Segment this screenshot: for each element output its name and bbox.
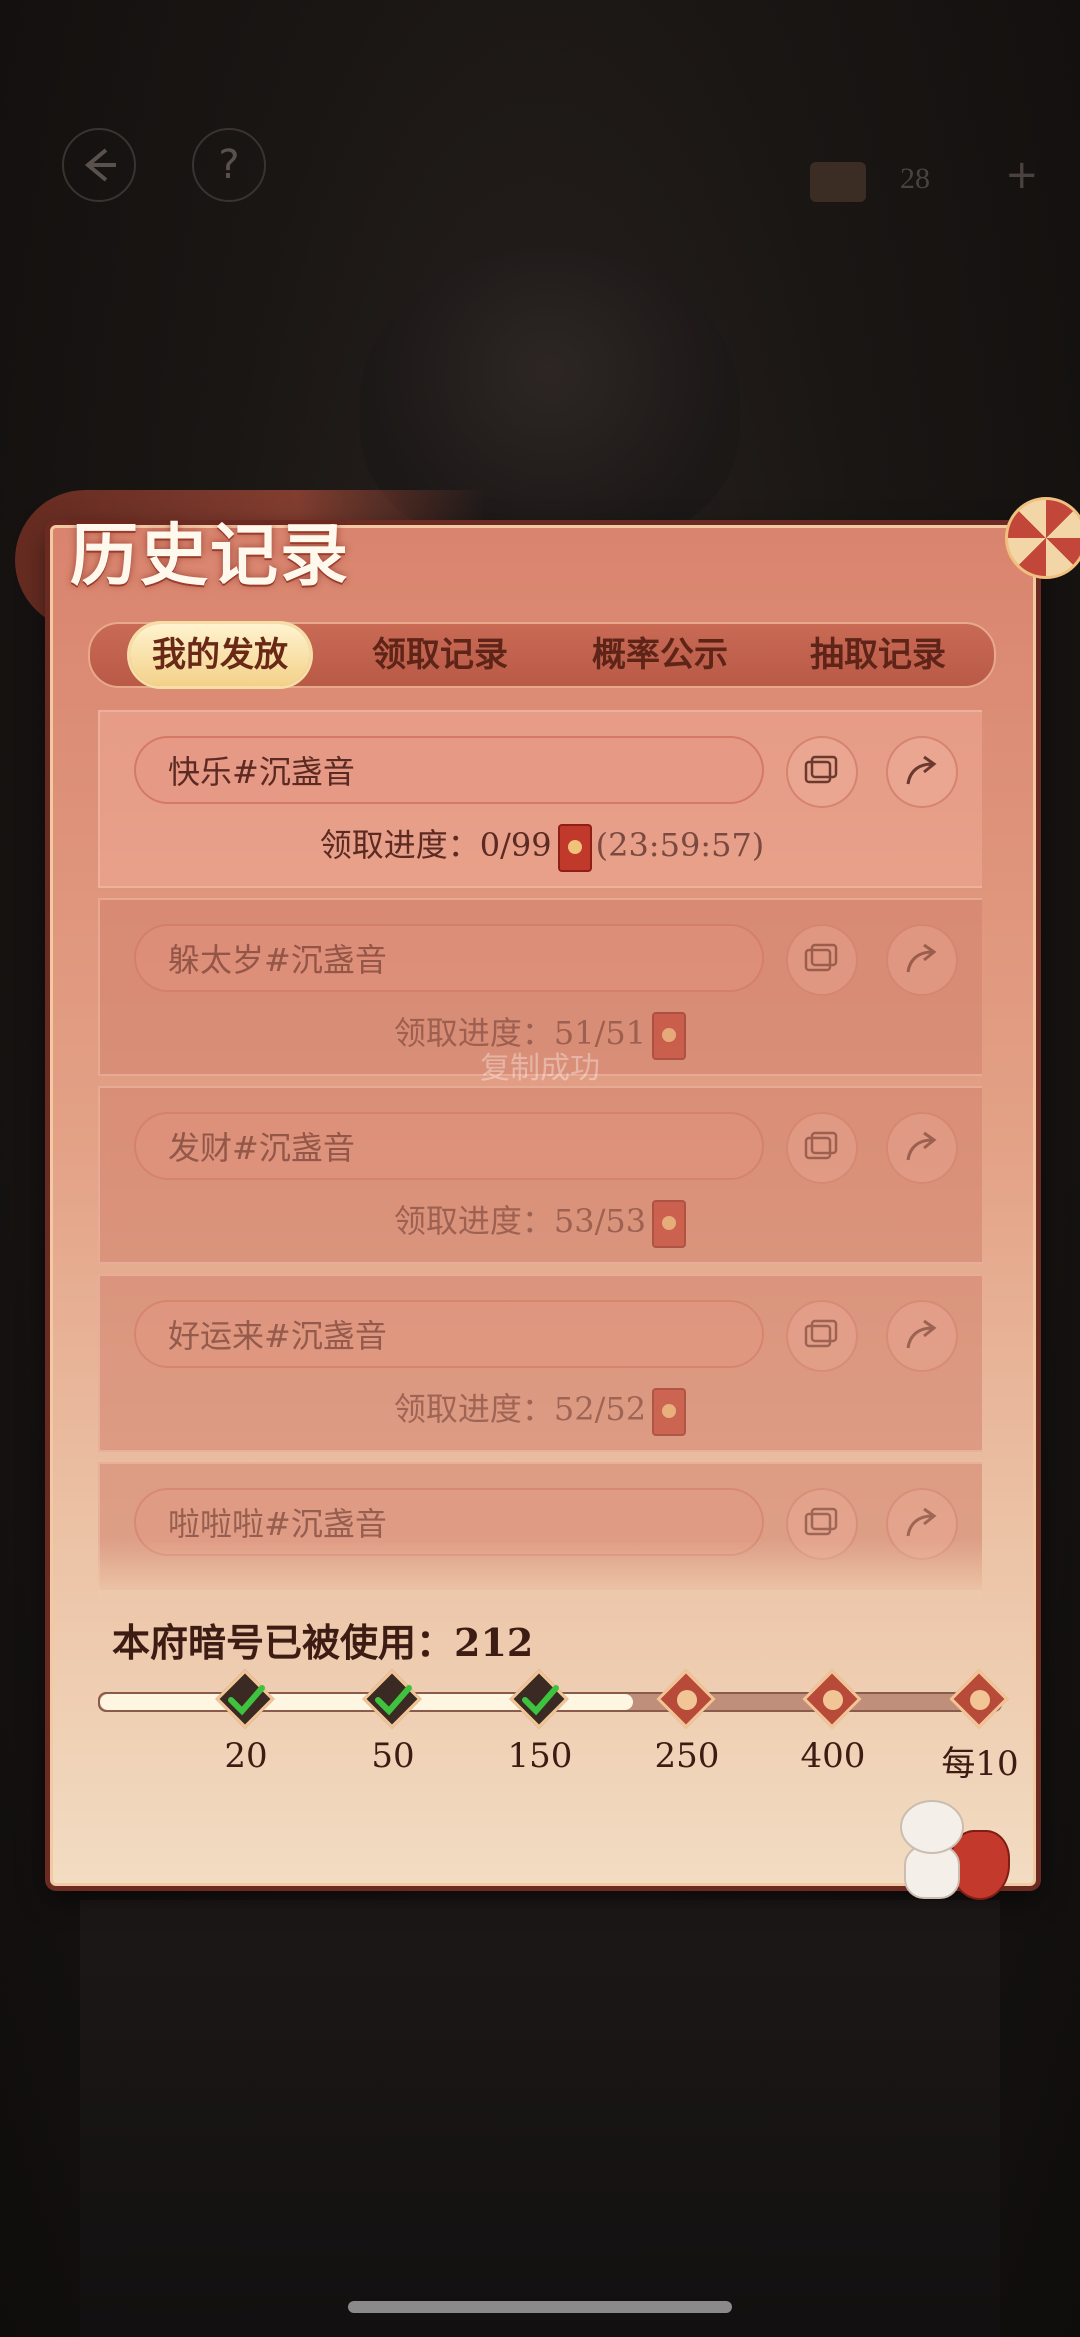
reward-bag-icon xyxy=(677,1690,697,1710)
tab-bar: 我的发放 领取记录 概率公示 抽取记录 xyxy=(88,622,996,688)
copy-icon xyxy=(804,1131,838,1160)
reward-bag-icon xyxy=(823,1690,843,1710)
add-currency-button[interactable]: + xyxy=(1005,152,1039,198)
share-arrow-icon xyxy=(906,1319,937,1349)
list-fade xyxy=(98,1540,982,1600)
milestone-label: 20 xyxy=(224,1736,268,1776)
record-list[interactable]: 快乐#沉盏音 领取进度：0/99 (23:59:57) 躲太岁#沉盏音 领取进度… xyxy=(98,710,982,1590)
checkmark-icon xyxy=(522,1685,559,1716)
red-packet-icon xyxy=(652,1387,687,1436)
list-item: 好运来#沉盏音 领取进度：52/52 xyxy=(98,1274,982,1452)
corner-emblem-icon xyxy=(1005,497,1080,579)
share-button[interactable] xyxy=(886,736,958,808)
copy-button[interactable] xyxy=(786,736,858,808)
progress-label: 领取进度： xyxy=(319,826,480,864)
tab-my-distribution[interactable]: 我的发放 xyxy=(130,624,310,686)
mascot-with-sack xyxy=(890,1800,1010,1900)
progress-value: 52/52 xyxy=(553,1390,647,1428)
back-button[interactable] xyxy=(62,128,136,202)
tab-claim-records[interactable]: 领取记录 xyxy=(340,624,540,686)
currency-amount: 28 xyxy=(900,162,930,195)
checkmark-icon xyxy=(228,1685,265,1716)
copy-button[interactable] xyxy=(786,924,858,996)
milestone-reward[interactable] xyxy=(802,1669,863,1730)
copy-icon xyxy=(804,1507,838,1536)
help-button[interactable]: ? xyxy=(192,128,266,202)
copy-success-toast: 复制成功 xyxy=(480,1051,600,1086)
claim-progress: 领取进度：52/52 xyxy=(100,1384,982,1436)
back-arrow-icon xyxy=(84,148,116,182)
red-packet-icon xyxy=(652,1199,687,1248)
milestone-reward[interactable] xyxy=(656,1669,717,1730)
milestone-label: 150 xyxy=(507,1736,573,1776)
milestone-label: 250 xyxy=(654,1736,720,1776)
red-packet-icon xyxy=(557,823,592,872)
share-arrow-icon xyxy=(906,755,937,785)
share-arrow-icon xyxy=(906,1507,937,1537)
milestone-label: 每10 xyxy=(941,1744,1019,1784)
share-button[interactable] xyxy=(886,1112,958,1184)
reward-bag-icon xyxy=(970,1690,990,1710)
checkmark-icon xyxy=(375,1685,412,1716)
treasure-chest-icon xyxy=(810,162,866,202)
share-button[interactable] xyxy=(886,1300,958,1372)
copy-button[interactable] xyxy=(786,1112,858,1184)
milestone-reward[interactable] xyxy=(509,1669,570,1730)
milestone-reward[interactable] xyxy=(362,1669,423,1730)
copy-button[interactable] xyxy=(786,1300,858,1372)
milestone-reward[interactable] xyxy=(949,1669,1010,1730)
progress-label: 领取进度： xyxy=(393,1390,554,1428)
tab-probability[interactable]: 概率公示 xyxy=(560,624,760,686)
copy-icon xyxy=(804,943,838,972)
code-field[interactable]: 好运来#沉盏音 xyxy=(134,1300,764,1368)
code-field[interactable]: 发财#沉盏音 xyxy=(134,1112,764,1180)
usage-count-label: 本府暗号已被使用：212 xyxy=(112,1620,534,1665)
claim-progress: 领取进度：53/53 xyxy=(100,1196,982,1248)
milestone-label: 50 xyxy=(371,1736,415,1776)
share-button[interactable] xyxy=(886,924,958,996)
milestone-label: 400 xyxy=(800,1736,866,1776)
copy-icon xyxy=(804,755,838,784)
code-field[interactable]: 躲太岁#沉盏音 xyxy=(134,924,764,992)
panel-title: 历史记录 xyxy=(70,516,351,596)
claim-progress: 领取进度：0/99 (23:59:57) xyxy=(100,820,982,872)
copy-icon xyxy=(804,1319,838,1348)
code-field[interactable]: 快乐#沉盏音 xyxy=(134,736,764,804)
list-item: 快乐#沉盏音 领取进度：0/99 (23:59:57) xyxy=(98,710,982,888)
share-arrow-icon xyxy=(906,943,937,973)
milestone-reward[interactable] xyxy=(215,1669,276,1730)
tab-draw-records[interactable]: 抽取记录 xyxy=(778,624,978,686)
progress-label: 领取进度： xyxy=(393,1202,554,1240)
progress-value: 53/53 xyxy=(553,1202,647,1240)
background-robe xyxy=(80,1900,1000,2337)
share-arrow-icon xyxy=(906,1131,937,1161)
countdown-timer: (23:59:57) xyxy=(595,826,765,864)
list-item: 发财#沉盏音 领取进度：53/53 xyxy=(98,1086,982,1264)
progress-value: 0/99 xyxy=(479,826,552,864)
home-indicator[interactable] xyxy=(348,2301,732,2313)
